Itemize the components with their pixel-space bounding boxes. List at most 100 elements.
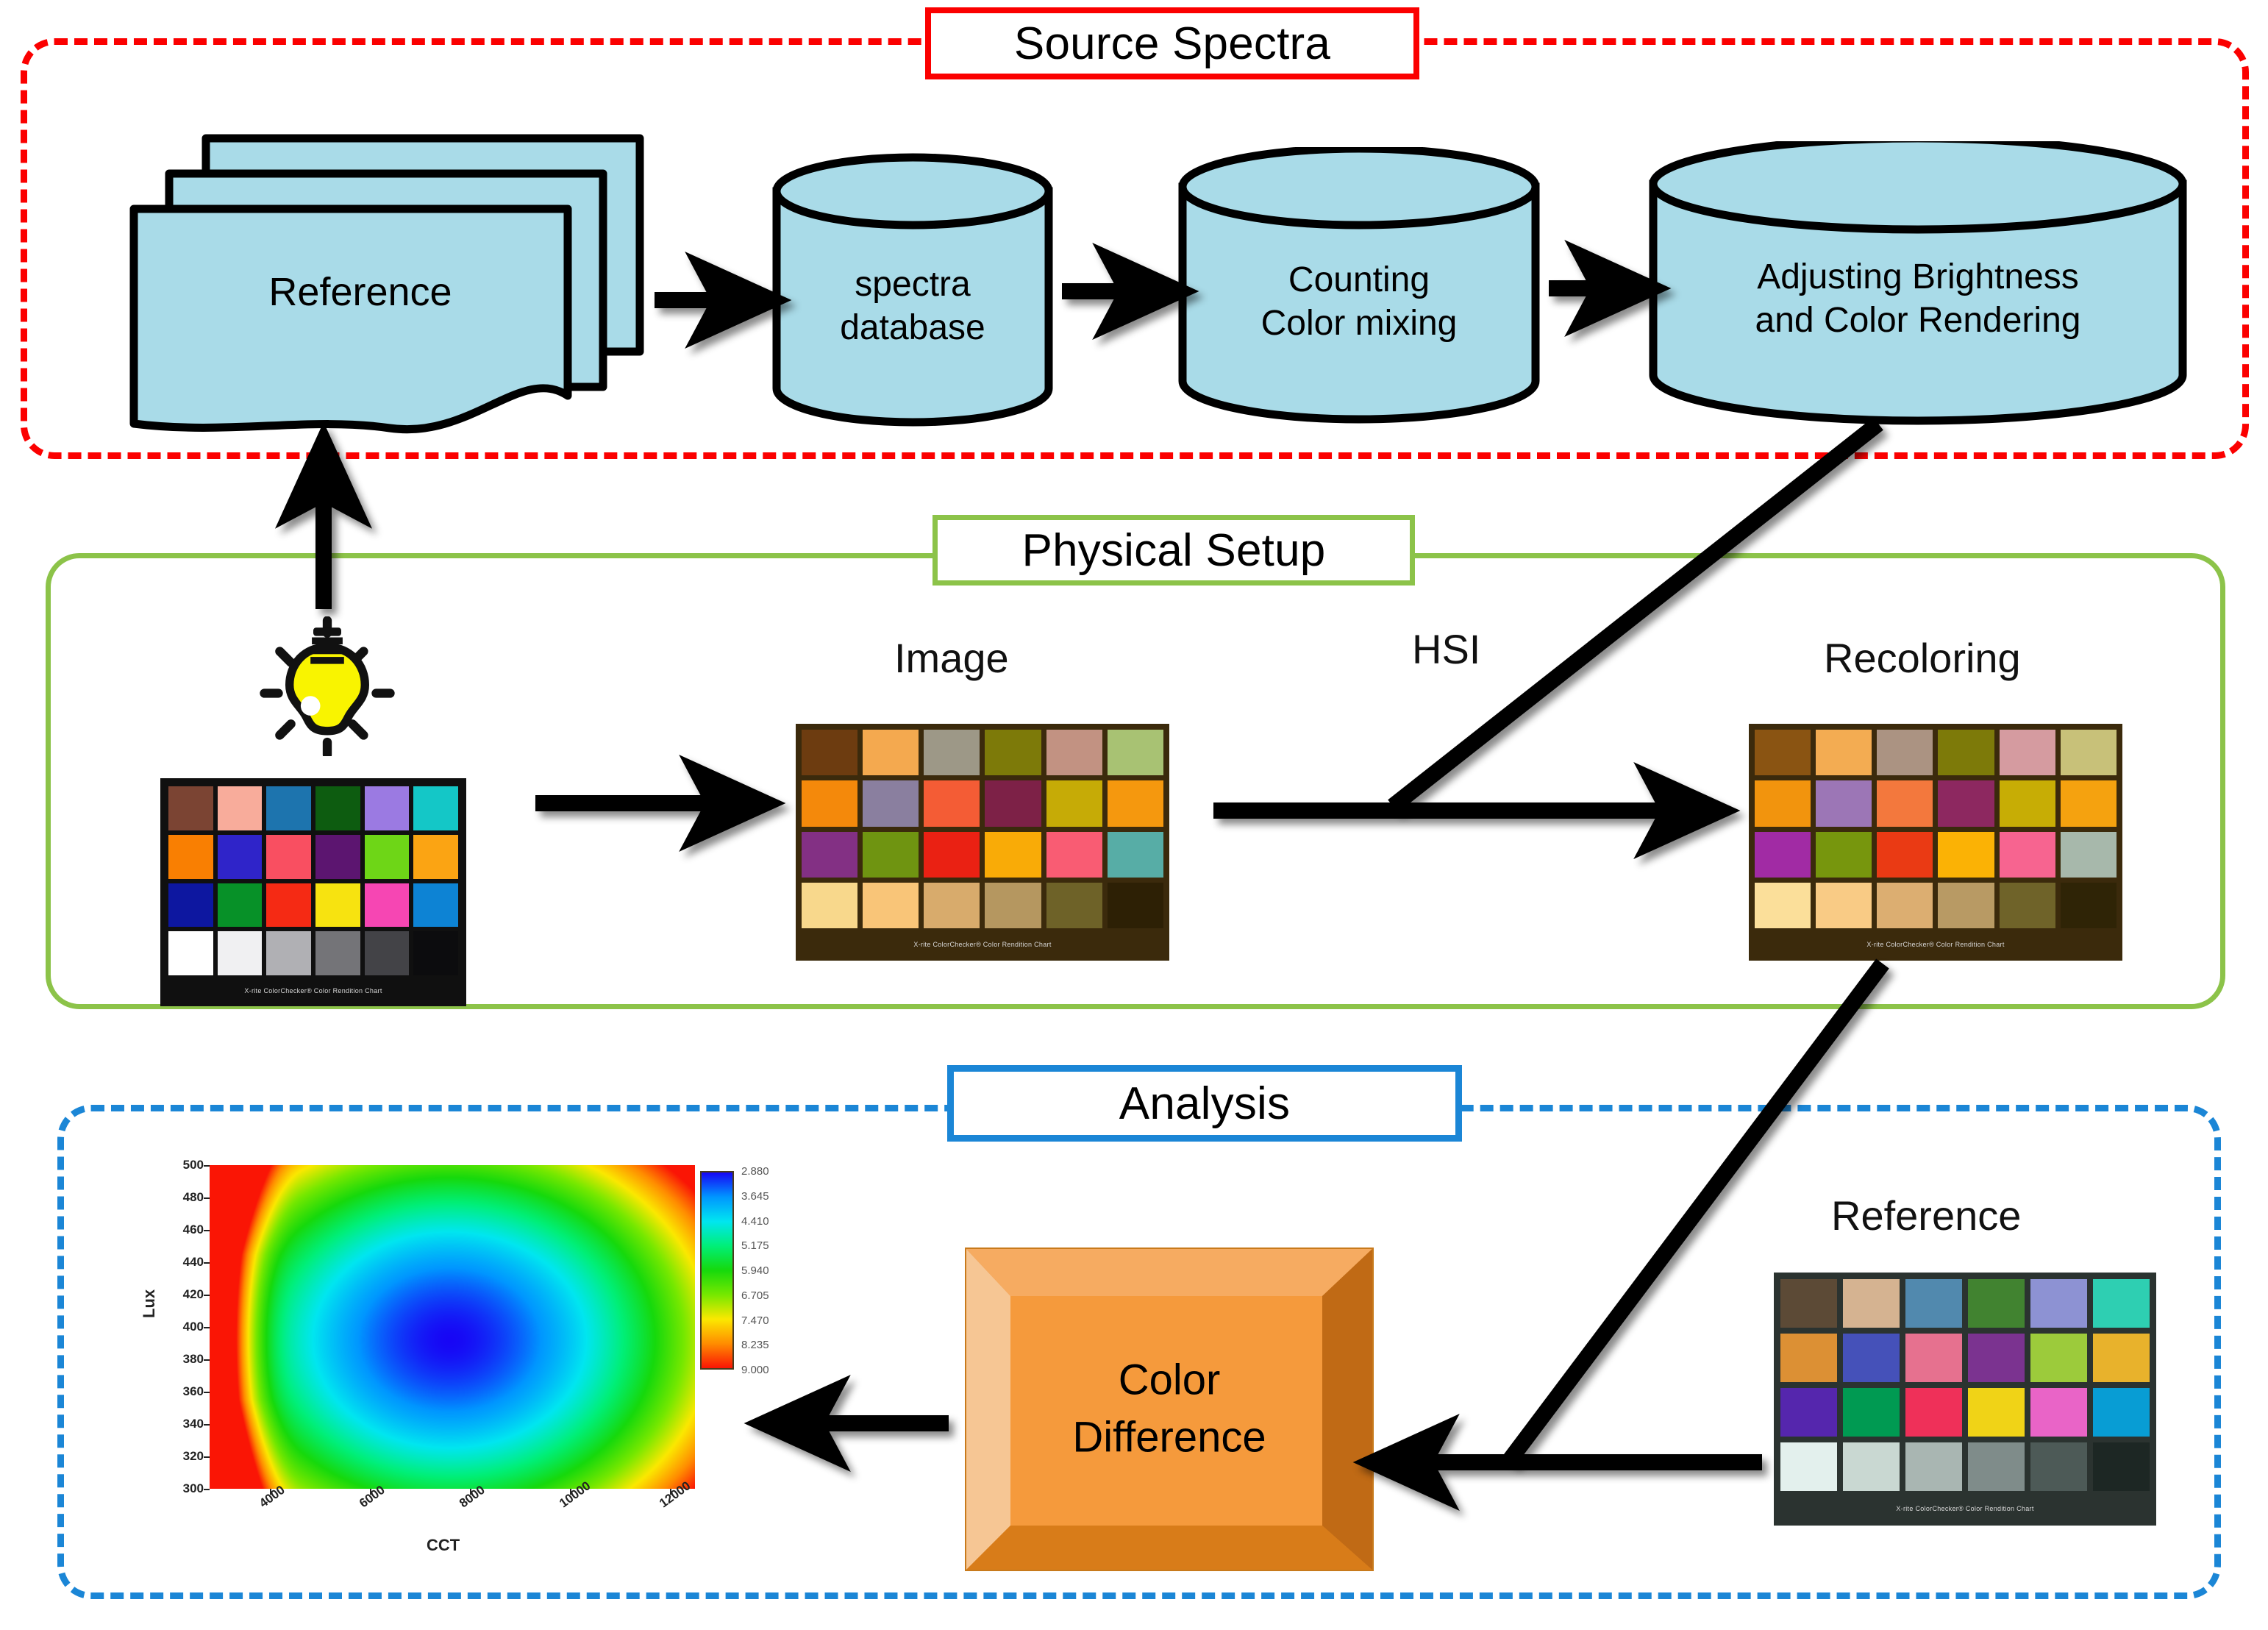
color-swatch-24 <box>2093 1442 2150 1492</box>
heatmap-y-tick: 460 <box>182 1222 204 1236</box>
physical-setup-title-box: Physical Setup <box>932 515 1415 586</box>
color-swatch-21 <box>1877 882 1933 929</box>
heatmap-canvas <box>210 1165 695 1489</box>
colorbar-tick-label: 7.470 <box>741 1314 769 1327</box>
heatmap-y-tick-mark <box>204 1424 210 1426</box>
heatmap-y-tick: 380 <box>182 1352 204 1366</box>
color-swatch-17 <box>2030 1388 2087 1437</box>
heatmap-x-tick-mark <box>469 1489 471 1495</box>
color-swatch-19 <box>1780 1442 1837 1492</box>
color-swatch-6 <box>2060 730 2117 776</box>
physical-setup-title: Physical Setup <box>1021 524 1326 576</box>
cylinder-spectra-database-label: spectra database <box>769 263 1056 349</box>
heatmap-x-tick-mark <box>369 1489 371 1495</box>
colorbar-tick-label: 2.880 <box>741 1165 769 1178</box>
heatmap-y-tick: 480 <box>182 1190 204 1204</box>
color-swatch-5 <box>1999 730 2055 776</box>
color-swatch-6 <box>1107 730 1163 776</box>
color-swatch-15 <box>1905 1388 1962 1437</box>
color-swatch-8 <box>1843 1334 1900 1383</box>
recoloring-caption: Recoloring <box>1824 635 2021 681</box>
color-difference-box[interactable]: Color Difference <box>963 1246 1375 1573</box>
analysis-title: Analysis <box>1119 1078 1291 1129</box>
color-swatch-14 <box>863 831 919 878</box>
color-swatch-17 <box>364 883 410 928</box>
color-swatch-12 <box>2060 780 2117 827</box>
color-swatch-11 <box>1046 780 1102 827</box>
reference-document-stack[interactable]: Reference <box>125 131 655 440</box>
color-swatch-17 <box>1046 831 1102 878</box>
colorbar-gradient <box>700 1171 734 1370</box>
color-swatch-11 <box>2030 1334 2087 1383</box>
colorchecker-recolored[interactable]: X-rite ColorChecker® Color Rendition Cha… <box>1749 724 2122 961</box>
heatmap-y-tick: 320 <box>182 1449 204 1463</box>
colorchecker-grid <box>168 786 458 976</box>
color-swatch-23 <box>1046 882 1102 929</box>
reference-caption: Reference <box>1831 1192 2022 1239</box>
color-swatch-13 <box>168 883 213 928</box>
color-swatch-7 <box>1780 1334 1837 1383</box>
colorbar-tick-label: 4.410 <box>741 1214 769 1228</box>
image-caption: Image <box>894 635 1009 681</box>
color-swatch-24 <box>2060 882 2117 929</box>
heatmap-colorbar: 2.880 3.645 4.410 5.175 5.940 6.705 7.470 8.235… <box>700 1165 769 1376</box>
heatmap-y-tick-mark <box>204 1359 210 1361</box>
colorchecker-reference-lit[interactable]: X-rite ColorChecker® Color Rendition Cha… <box>160 778 466 1006</box>
cylinder-adjusting-label: Adjusting Brightness and Color Rendering <box>1646 256 2190 342</box>
color-swatch-17 <box>1999 831 2055 878</box>
color-swatch-21 <box>924 882 980 929</box>
heatmap-y-tick: 300 <box>182 1481 204 1495</box>
color-swatch-5 <box>1046 730 1102 776</box>
colorchecker-grid <box>802 730 1163 929</box>
cylinder-spectra-database[interactable]: spectra database <box>769 153 1056 427</box>
colorbar-tick-label: 3.645 <box>741 1189 769 1203</box>
color-swatch-9 <box>1905 1334 1962 1383</box>
color-difference-line2: Difference <box>1072 1414 1266 1462</box>
heatmap-ylabel: Lux <box>140 1289 158 1318</box>
color-swatch-7 <box>1755 780 1811 827</box>
heatmap-y-tick: 420 <box>182 1287 204 1301</box>
cylinder-counting-color-mixing[interactable]: Counting Color mixing <box>1175 147 1543 427</box>
color-swatch-11 <box>1999 780 2055 827</box>
colorchecker-footer: X-rite ColorChecker® Color Rendition Cha… <box>913 941 1052 949</box>
color-swatch-4 <box>1968 1279 2025 1328</box>
color-swatch-22 <box>985 882 1041 929</box>
heatmap-y-tick-mark <box>204 1230 210 1231</box>
cyl1-line2: database <box>840 307 985 347</box>
color-swatch-10 <box>985 780 1041 827</box>
heatmap-y-tick-mark <box>204 1262 210 1264</box>
color-swatch-21 <box>1905 1442 1962 1492</box>
color-swatch-15 <box>924 831 980 878</box>
analysis-title-box: Analysis <box>947 1065 1462 1142</box>
colorchecker-grid <box>1755 730 2117 929</box>
cylinder-adjusting-brightness[interactable]: Adjusting Brightness and Color Rendering <box>1646 141 2190 431</box>
color-swatch-9 <box>924 780 980 827</box>
color-swatch-4 <box>1938 730 1994 776</box>
color-swatch-7 <box>168 834 213 879</box>
colorchecker-grid <box>1780 1279 2150 1492</box>
color-swatch-24 <box>413 931 458 976</box>
color-swatch-9 <box>1877 780 1933 827</box>
heatmap-y-tick: 340 <box>182 1417 204 1431</box>
heatmap-y-tick-mark <box>204 1456 210 1458</box>
color-swatch-13 <box>1780 1388 1837 1437</box>
color-swatch-5 <box>364 786 410 830</box>
colorchecker-image-captured[interactable]: X-rite ColorChecker® Color Rendition Cha… <box>796 724 1169 961</box>
color-swatch-5 <box>2030 1279 2087 1328</box>
heatmap-y-tick: 400 <box>182 1320 204 1334</box>
heatmap-x-tick-mark <box>269 1489 271 1495</box>
colorbar-tick-label: 9.000 <box>741 1364 769 1376</box>
color-swatch-22 <box>315 931 360 976</box>
cyl3-line2: and Color Rendering <box>1755 300 2081 340</box>
color-swatch-10 <box>315 834 360 879</box>
color-swatch-23 <box>2030 1442 2087 1492</box>
color-swatch-15 <box>1877 831 1933 878</box>
colorchecker-reference-unlit[interactable]: X-rite ColorChecker® Color Rendition Cha… <box>1774 1273 2156 1526</box>
color-swatch-19 <box>1755 882 1811 929</box>
color-swatch-3 <box>1877 730 1933 776</box>
colorbar-tick-label: 6.705 <box>741 1289 769 1302</box>
color-swatch-2 <box>1843 1279 1900 1328</box>
color-swatch-14 <box>1816 831 1872 878</box>
color-swatch-18 <box>413 883 458 928</box>
color-swatch-15 <box>266 883 311 928</box>
